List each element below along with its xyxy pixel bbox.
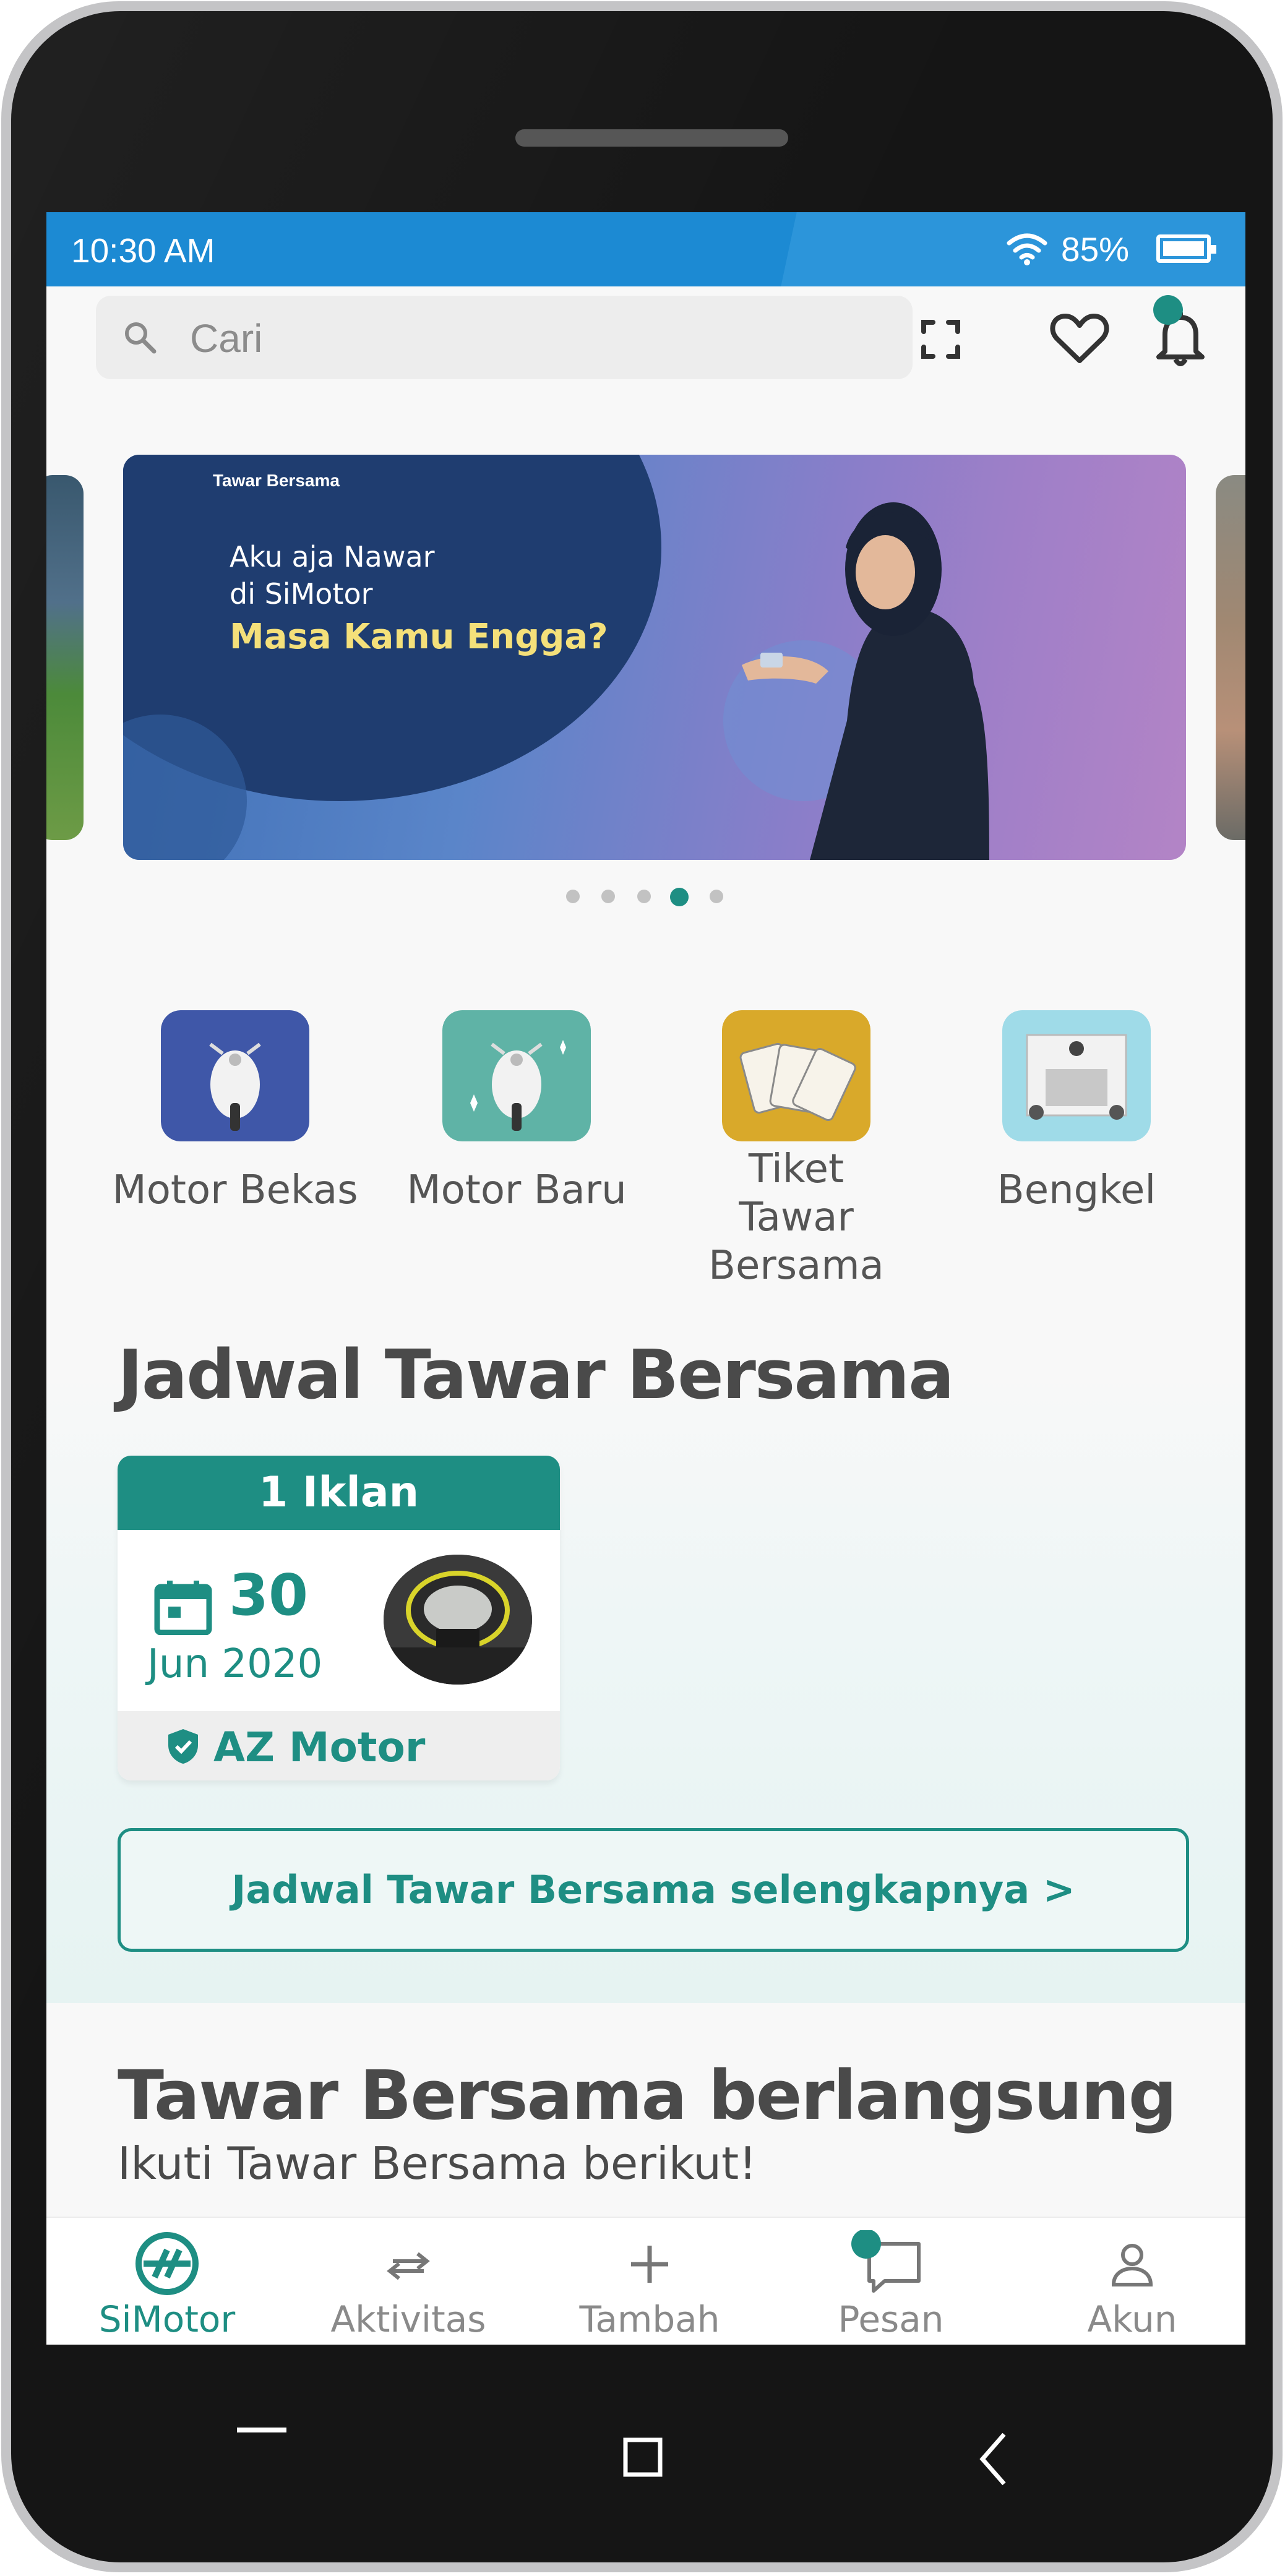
- motorcycle-thumbnail: [384, 1555, 532, 1685]
- banner-line-1: Aku aja Nawar: [230, 540, 435, 573]
- jadwal-more-button[interactable]: Jadwal Tawar Bersama selengkapnya >: [118, 1828, 1189, 1952]
- app-screen: 10:30 AM 85% Cari Tawar Bersama Aku aja …: [46, 212, 1245, 2345]
- search-bar[interactable]: [96, 296, 913, 379]
- status-bar: 10:30 AM 85%: [46, 212, 1245, 286]
- battery-percent: 85%: [1061, 230, 1130, 268]
- chat-icon: [851, 2230, 921, 2293]
- bottom-navigation: SiMotor Aktivitas Tambah Pesan Akun: [46, 2217, 1245, 2345]
- nav-label: Pesan: [838, 2298, 944, 2340]
- banner-next-slide[interactable]: [1216, 475, 1245, 840]
- jadwal-title: Jadwal Tawar Bersama: [118, 1335, 954, 1414]
- card-day: 30: [229, 1562, 309, 1628]
- battery-icon: [1156, 234, 1216, 263]
- search-input[interactable]: [189, 313, 872, 364]
- scooter-icon: [161, 1010, 309, 1141]
- message-badge: [851, 2230, 881, 2259]
- card-dealer-name: AZ Motor: [213, 1724, 426, 1771]
- category-label: Tiket Tawar Bersama: [708, 1146, 884, 1289]
- auction-schedule-card[interactable]: 1 Iklan 30 Jun 2020 AZ Motor: [118, 1456, 560, 1780]
- nav-simotor[interactable]: SiMotor: [46, 2218, 288, 2345]
- plus-icon: [631, 2246, 668, 2283]
- nav-label: Akun: [1087, 2298, 1177, 2340]
- nav-aktivitas[interactable]: Aktivitas: [288, 2218, 529, 2345]
- verified-shield-icon: [168, 1729, 198, 1764]
- scooter-sparkle-icon: [442, 1010, 591, 1141]
- carousel-dot[interactable]: [637, 890, 651, 903]
- calendar-icon: [154, 1581, 212, 1635]
- berlangsung-subtitle: Ikuti Tawar Bersama berikut!: [118, 2137, 757, 2189]
- status-time: 10:30 AM: [71, 231, 215, 270]
- nav-tambah[interactable]: Tambah: [529, 2218, 770, 2345]
- simotor-logo-icon: [135, 2232, 199, 2295]
- nav-recent-icon: [237, 2428, 286, 2432]
- nav-home-icon: [623, 2437, 663, 2477]
- person-icon: [1111, 2244, 1153, 2286]
- berlangsung-title: Tawar Bersama berlangsung: [118, 2056, 1177, 2135]
- tickets-icon: [722, 1010, 870, 1141]
- banner-tag: Tawar Bersama: [213, 471, 340, 490]
- banner-illustration: [123, 455, 989, 860]
- banner-prev-slide[interactable]: [46, 475, 84, 840]
- card-ad-count: 1 Iklan: [118, 1456, 560, 1530]
- category-label: Motor Bekas: [112, 1167, 358, 1213]
- heart-icon[interactable]: [1046, 305, 1114, 373]
- system-navigation-bar: [237, 2428, 1006, 2486]
- card-month: Jun 2020: [147, 1641, 323, 1687]
- carousel-dot[interactable]: [710, 890, 723, 903]
- nav-pesan[interactable]: Pesan: [770, 2218, 1012, 2345]
- carousel-dot[interactable]: [566, 890, 580, 903]
- banner-headline: Masa Kamu Engga?: [230, 617, 608, 657]
- garage-icon: [1002, 1010, 1151, 1141]
- nav-label: Aktivitas: [330, 2298, 486, 2340]
- promo-banner[interactable]: Tawar Bersama Aku aja Nawar di SiMotor M…: [123, 455, 1186, 860]
- carousel-dot[interactable]: [601, 890, 615, 903]
- nav-back-icon: [979, 2432, 1006, 2486]
- phone-speaker: [515, 129, 788, 147]
- nav-akun[interactable]: Akun: [1012, 2218, 1245, 2345]
- scan-icon[interactable]: [908, 307, 973, 372]
- bell-icon[interactable]: [1146, 293, 1214, 373]
- search-icon: [125, 322, 157, 354]
- notification-badge: [1153, 295, 1183, 325]
- wifi-icon: [1007, 233, 1047, 265]
- carousel-dot-active[interactable]: [670, 888, 689, 906]
- arrows-icon: [387, 2252, 430, 2280]
- nav-label: Tambah: [579, 2298, 720, 2340]
- card-dealer-row: AZ Motor: [118, 1711, 560, 1780]
- category-label: Bengkel: [997, 1167, 1156, 1213]
- banner-line-2: di SiMotor: [230, 577, 373, 611]
- category-label: Motor Baru: [406, 1167, 627, 1213]
- nav-label: SiMotor: [98, 2298, 236, 2340]
